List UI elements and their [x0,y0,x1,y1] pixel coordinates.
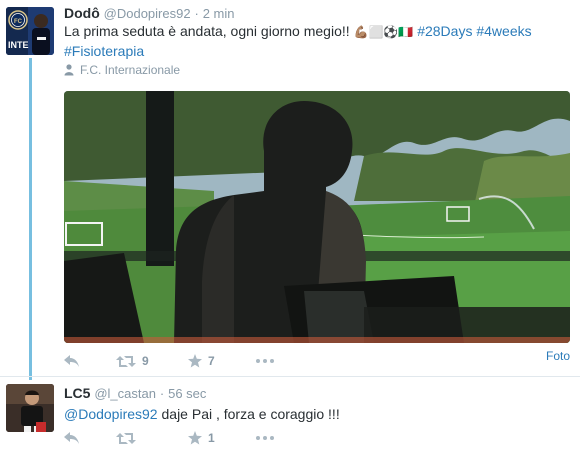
header-separator: · [159,386,165,401]
tweet-actions: 9 7 [64,354,274,368]
tweet-header: LC5 @l_castan · 56 sec [64,385,206,401]
tweet-lc5: LC5 @l_castan · 56 sec @Dodopires92 daje… [0,376,580,449]
tweet-text-body: daje Pai , forza e coraggio !!! [157,406,340,422]
reply-button[interactable] [64,355,116,367]
more-icon [256,359,274,363]
retweet-button[interactable]: 9 [116,354,188,368]
tweet-text-body: La prima seduta è andata, ogni giorno me… [64,23,354,39]
tweet-timestamp[interactable]: 56 sec [168,386,206,401]
svg-text:FC: FC [14,19,23,25]
tweet-actions: 1 [64,431,274,445]
tweet-text: La prima seduta è andata, ogni giorno me… [64,22,569,61]
tweet-emoji: 💪🏽⬜⚽🇮🇹 [353,25,414,39]
retweet-icon [116,355,136,367]
retweet-icon [116,432,136,444]
favorite-button[interactable]: 1 [188,431,256,445]
tweet-context[interactable]: F.C. Internazionale [64,63,180,77]
tweet-header: Dodô @Dodopires92 · 2 min [64,5,235,21]
person-icon [64,64,74,76]
hashtag-4weeks[interactable]: #4weeks [476,23,531,39]
avatar-lc5[interactable] [6,384,54,432]
photo-label[interactable]: Foto [546,349,570,363]
reply-icon [64,355,79,367]
more-button[interactable] [256,359,274,363]
tweet-text: @Dodopires92 daje Pai , forza e coraggio… [64,405,569,424]
mention-dodopires92[interactable]: @Dodopires92 [64,406,158,422]
favorite-icon [188,431,202,445]
favorite-count: 7 [208,354,215,368]
retweet-button[interactable] [116,432,188,445]
reply-button[interactable] [64,432,116,444]
favorite-icon [188,354,202,368]
tweet-timestamp[interactable]: 2 min [203,6,235,21]
header-separator: · [194,6,199,21]
author-handle[interactable]: @l_castan [94,386,156,401]
avatar-inter-label: INTE [8,40,29,50]
tweet-photo[interactable] [64,91,570,343]
more-button[interactable] [256,436,274,440]
avatar-dodo[interactable]: FC INTE [6,7,54,55]
more-icon [256,436,274,440]
conversation-thread-line [29,58,32,380]
retweet-count: 9 [142,354,149,368]
hashtag-28days[interactable]: #28Days [417,23,472,39]
hashtag-fisioterapia[interactable]: #Fisioterapia [64,43,144,59]
context-label: F.C. Internazionale [80,63,181,77]
author-handle[interactable]: @Dodopires92 [104,6,191,21]
reply-icon [64,432,79,444]
author-name[interactable]: Dodô [64,5,100,21]
favorite-count: 1 [208,431,215,445]
favorite-button[interactable]: 7 [188,354,256,368]
tweet-dodo: FC INTE Dodô @Dodopires92 · 2 min La pri… [0,0,580,380]
author-name[interactable]: LC5 [64,385,90,401]
